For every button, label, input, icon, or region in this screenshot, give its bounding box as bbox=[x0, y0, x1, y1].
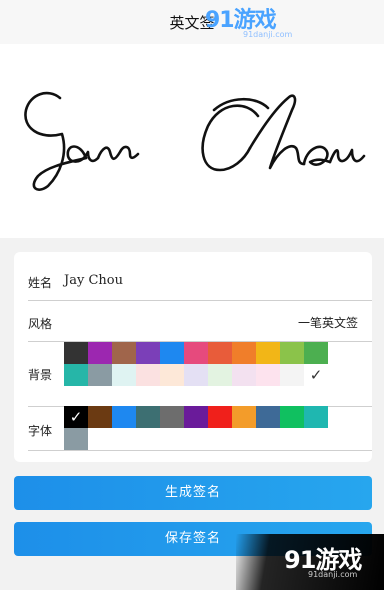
page-title: 英文签 bbox=[169, 14, 215, 32]
font-color-swatch[interactable] bbox=[112, 406, 136, 428]
signature-stroke-a bbox=[66, 145, 100, 163]
font-color-swatch[interactable] bbox=[208, 406, 232, 428]
background-color-swatch[interactable] bbox=[64, 364, 88, 386]
style-selector[interactable]: 一笔英文签 bbox=[298, 314, 358, 331]
divider bbox=[28, 300, 372, 301]
font-color-swatch[interactable] bbox=[280, 406, 304, 428]
background-color-swatch[interactable] bbox=[232, 364, 256, 386]
background-color-swatch[interactable] bbox=[304, 364, 328, 386]
background-color-swatch[interactable] bbox=[208, 364, 232, 386]
background-color-swatch[interactable] bbox=[64, 342, 88, 364]
background-color-swatch[interactable] bbox=[88, 364, 112, 386]
background-color-swatch[interactable] bbox=[280, 342, 304, 364]
background-color-swatch[interactable] bbox=[112, 364, 136, 386]
background-label: 背景 bbox=[28, 368, 53, 382]
style-label: 风格 bbox=[28, 317, 53, 331]
watermark-site: 91danji.com bbox=[308, 570, 358, 579]
background-color-swatch[interactable] bbox=[160, 364, 184, 386]
font-color-swatch[interactable] bbox=[184, 406, 208, 428]
background-color-swatch[interactable] bbox=[256, 342, 280, 364]
font-label: 字体 bbox=[28, 424, 53, 438]
background-color-swatch[interactable] bbox=[184, 364, 208, 386]
watermark-site: 91danji.com bbox=[243, 30, 293, 39]
font-color-swatch[interactable] bbox=[304, 406, 328, 428]
background-color-swatch[interactable] bbox=[112, 342, 136, 364]
font-color-swatch[interactable] bbox=[64, 406, 88, 428]
background-color-swatch[interactable] bbox=[256, 364, 280, 386]
settings-card: 姓名 Jay Chou 风格 一笔英文签 背景 字体 bbox=[14, 252, 372, 462]
name-input[interactable]: Jay Chou bbox=[64, 273, 123, 288]
watermark-top: 91游戏 91danji.com bbox=[205, 8, 293, 40]
background-color-swatch[interactable] bbox=[304, 342, 328, 364]
font-color-swatch[interactable] bbox=[136, 406, 160, 428]
background-color-swatch[interactable] bbox=[136, 364, 160, 386]
signature-preview bbox=[0, 44, 384, 238]
app-header: 英文签 91游戏 91danji.com bbox=[0, 0, 384, 44]
background-color-swatch[interactable] bbox=[160, 342, 184, 364]
background-color-swatch[interactable] bbox=[136, 342, 160, 364]
divider bbox=[28, 450, 372, 451]
signature-stroke-c bbox=[201, 104, 260, 172]
signature-stroke-h bbox=[248, 94, 306, 170]
watermark-bottom: 91游戏 91danji.com bbox=[236, 534, 384, 590]
font-color-swatch[interactable] bbox=[88, 406, 112, 428]
signature-stroke-o bbox=[302, 145, 332, 166]
font-color-swatch[interactable] bbox=[232, 406, 256, 428]
background-color-swatch[interactable] bbox=[88, 342, 112, 364]
font-color-swatch[interactable] bbox=[256, 406, 280, 428]
name-label: 姓名 bbox=[28, 276, 53, 290]
background-color-swatch[interactable] bbox=[208, 342, 232, 364]
signature-stroke-y bbox=[96, 145, 140, 161]
font-color-swatch[interactable] bbox=[64, 428, 88, 450]
background-color-swatch[interactable] bbox=[184, 342, 208, 364]
background-color-swatch[interactable] bbox=[232, 342, 256, 364]
signature-stroke-j bbox=[24, 91, 88, 191]
generate-signature-button[interactable]: 生成签名 bbox=[14, 476, 372, 510]
watermark-brand: 91游戏 bbox=[205, 8, 277, 33]
background-color-swatch[interactable] bbox=[280, 364, 304, 386]
font-color-swatch[interactable] bbox=[160, 406, 184, 428]
signature-drawing bbox=[24, 91, 366, 191]
signature-stroke-u bbox=[328, 148, 366, 164]
